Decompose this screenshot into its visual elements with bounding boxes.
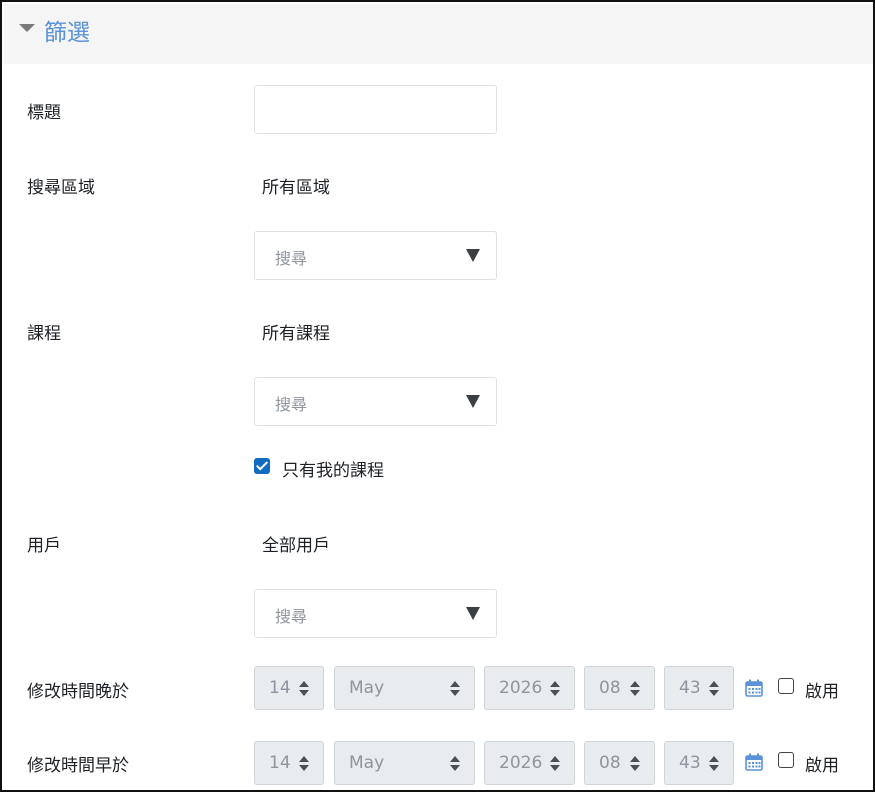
user-label: 用戶	[27, 536, 61, 556]
day-value: 14	[269, 753, 291, 773]
year-value: 2026	[499, 678, 543, 698]
filter-section-header[interactable]: 篩選	[4, 4, 873, 64]
select-arrows-icon	[630, 681, 640, 697]
year-value: 2026	[499, 753, 543, 773]
minute-value: 43	[679, 753, 701, 773]
user-selected: 全部用戶	[262, 536, 330, 556]
select-arrows-icon	[450, 756, 460, 772]
modified-after-minute-select[interactable]: 43	[664, 666, 734, 710]
only-my-courses-checkbox[interactable]	[254, 458, 270, 474]
filter-panel: 篩選 標題 搜尋區域 所有區域 搜尋 課程 所有課程 搜尋 只有我的課程 用戶 …	[0, 0, 875, 792]
modified-before-enable-label[interactable]: 啟用	[805, 751, 839, 776]
select-arrows-icon	[299, 756, 309, 772]
search-area-autocomplete[interactable]: 搜尋	[254, 231, 497, 280]
modified-after-day-select[interactable]: 14	[254, 666, 324, 710]
minute-value: 43	[679, 678, 701, 698]
month-value: May	[349, 678, 385, 698]
user-placeholder: 搜尋	[275, 607, 308, 626]
select-arrows-icon	[630, 756, 640, 772]
dropdown-triangle-icon[interactable]	[466, 249, 480, 262]
collapse-caret-icon[interactable]	[19, 24, 35, 32]
modified-before-label: 修改時間早於	[27, 756, 129, 776]
title-label: 標題	[27, 103, 61, 123]
select-arrows-icon	[450, 681, 460, 697]
dropdown-triangle-icon[interactable]	[466, 607, 480, 620]
modified-after-enable-checkbox[interactable]	[778, 678, 794, 694]
only-my-courses-label[interactable]: 只有我的課程	[282, 456, 384, 481]
search-area-selected: 所有區域	[262, 178, 330, 198]
select-arrows-icon	[709, 756, 719, 772]
search-area-placeholder: 搜尋	[275, 249, 308, 268]
course-label: 課程	[27, 324, 61, 344]
calendar-icon[interactable]	[745, 679, 763, 697]
hour-value: 08	[599, 753, 621, 773]
day-value: 14	[269, 678, 291, 698]
user-autocomplete[interactable]: 搜尋	[254, 589, 497, 638]
select-arrows-icon	[550, 756, 560, 772]
modified-before-hour-select[interactable]: 08	[584, 741, 655, 785]
modified-after-hour-select[interactable]: 08	[584, 666, 655, 710]
course-selected: 所有課程	[262, 324, 330, 344]
modified-after-enable-label[interactable]: 啟用	[805, 677, 839, 702]
modified-after-year-select[interactable]: 2026	[484, 666, 575, 710]
calendar-icon[interactable]	[745, 753, 763, 771]
section-title[interactable]: 篩選	[44, 13, 90, 47]
month-value: May	[349, 753, 385, 773]
course-autocomplete[interactable]: 搜尋	[254, 377, 497, 426]
modified-before-day-select[interactable]: 14	[254, 741, 324, 785]
modified-before-minute-select[interactable]: 43	[664, 741, 734, 785]
course-placeholder: 搜尋	[275, 395, 308, 414]
select-arrows-icon	[709, 681, 719, 697]
modified-after-label: 修改時間晚於	[27, 682, 129, 702]
title-input[interactable]	[254, 85, 497, 134]
search-area-label: 搜尋區域	[27, 178, 95, 198]
modified-before-enable-checkbox[interactable]	[778, 752, 794, 768]
select-arrows-icon	[550, 681, 560, 697]
dropdown-triangle-icon[interactable]	[466, 395, 480, 408]
modified-after-month-select[interactable]: May	[334, 666, 475, 710]
modified-before-year-select[interactable]: 2026	[484, 741, 575, 785]
modified-before-month-select[interactable]: May	[334, 741, 475, 785]
select-arrows-icon	[299, 681, 309, 697]
hour-value: 08	[599, 678, 621, 698]
